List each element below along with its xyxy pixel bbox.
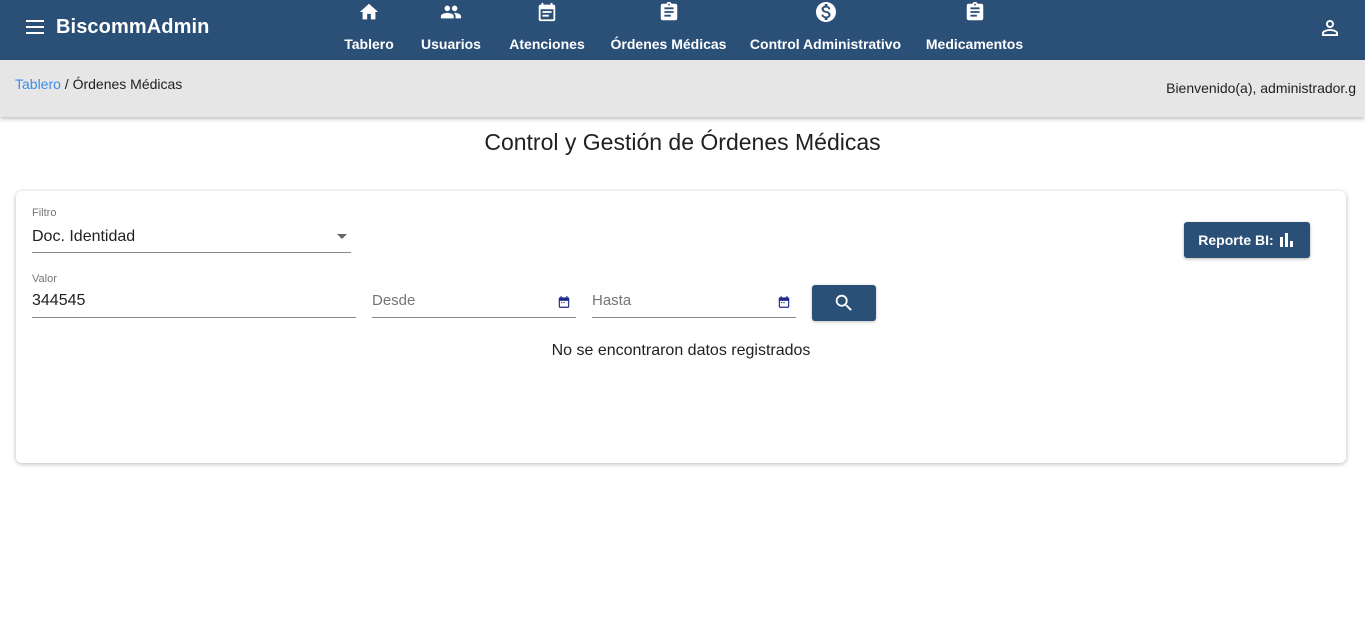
welcome-text: Bienvenido(a), administrador.g bbox=[1166, 80, 1356, 96]
calendar-icon[interactable] bbox=[557, 295, 571, 309]
breadcrumb-current: Órdenes Médicas bbox=[72, 76, 183, 92]
value-input[interactable]: 344545 bbox=[32, 292, 352, 310]
filter-select[interactable]: Doc. Identidad bbox=[32, 228, 332, 246]
search-icon bbox=[835, 294, 852, 311]
account-icon[interactable] bbox=[1318, 16, 1342, 40]
date-to-underline bbox=[592, 317, 796, 318]
filter-select-label: Filtro bbox=[32, 207, 57, 219]
people-icon bbox=[439, 0, 463, 24]
calendar-icon[interactable] bbox=[777, 295, 791, 309]
nav-item-usuarios[interactable]: Usuarios bbox=[421, 0, 481, 60]
list-alt-icon bbox=[536, 0, 558, 24]
nav-item-atenciones[interactable]: Atenciones bbox=[509, 0, 585, 60]
search-button[interactable] bbox=[812, 285, 876, 321]
nav-label: Medicamentos bbox=[925, 36, 1024, 52]
nav-label: Tablero bbox=[344, 36, 394, 52]
nav-label: Control Administrativo bbox=[749, 36, 902, 52]
nav-label: Atenciones bbox=[509, 36, 585, 52]
home-icon bbox=[358, 0, 380, 24]
nav-label: Usuarios bbox=[421, 36, 481, 52]
page-title: Control y Gestión de Órdenes Médicas bbox=[484, 129, 881, 155]
nav-item-control-administrativo[interactable]: Control Administrativo bbox=[749, 0, 902, 60]
breadcrumb-bar: Tablero / Órdenes Médicas Bienvenido(a),… bbox=[0, 60, 1365, 117]
nav-item-tablero[interactable]: Tablero bbox=[343, 0, 395, 60]
bar-chart-icon bbox=[1279, 233, 1293, 247]
nav-label: Órdenes Médicas bbox=[610, 36, 727, 52]
report-bi-label: Reporte BI: bbox=[1198, 232, 1274, 248]
breadcrumb-separator: / bbox=[60, 76, 73, 92]
filter-card: Filtro Doc. Identidad Valor 344545 Desde… bbox=[16, 191, 1346, 463]
value-input-underline bbox=[32, 317, 356, 318]
nav-item-medicamentos[interactable]: Medicamentos bbox=[925, 0, 1024, 60]
date-from-input[interactable]: Desde bbox=[372, 292, 542, 309]
report-bi-button[interactable]: Reporte BI: bbox=[1184, 222, 1310, 258]
app-brand[interactable]: BiscommAdmin bbox=[56, 16, 209, 39]
breadcrumb-link-tablero[interactable]: Tablero bbox=[15, 76, 61, 92]
empty-state-message: No se encontraron datos registrados bbox=[551, 342, 811, 359]
dollar-circle-icon bbox=[814, 0, 838, 24]
assignment-icon bbox=[964, 0, 986, 24]
date-from-underline bbox=[372, 317, 576, 318]
breadcrumb: Tablero / Órdenes Médicas bbox=[15, 76, 182, 92]
chevron-down-icon[interactable] bbox=[337, 234, 347, 239]
top-app-bar: BiscommAdmin Tablero Usuarios Atenciones… bbox=[0, 0, 1365, 60]
filter-select-underline bbox=[32, 252, 351, 253]
menu-icon[interactable] bbox=[24, 18, 48, 38]
date-to-input[interactable]: Hasta bbox=[592, 292, 762, 309]
assignment-icon bbox=[658, 0, 680, 24]
nav-item-ordenes-medicas[interactable]: Órdenes Médicas bbox=[611, 0, 726, 60]
value-input-label: Valor bbox=[32, 273, 57, 285]
